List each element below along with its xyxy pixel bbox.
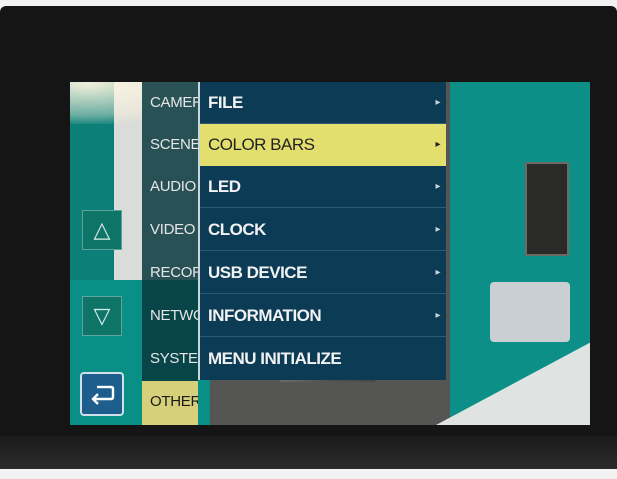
- chevron-right-icon: ▸: [435, 181, 440, 192]
- scroll-down-button[interactable]: ▽: [82, 296, 122, 336]
- chevron-right-icon: ▸: [435, 97, 440, 108]
- submenu-item-label: USB DEVICE: [208, 263, 307, 282]
- menu-category-scene[interactable]: SCENE: [142, 124, 198, 166]
- chevron-right-icon: ▸: [435, 139, 440, 150]
- submenu-item-information[interactable]: INFORMATION ▸: [200, 295, 446, 337]
- submenu-item-color-bars[interactable]: COLOR BARS ▸: [200, 124, 446, 166]
- chevron-right-icon: ▸: [435, 267, 440, 278]
- submenu-item-label: MENU INITIALIZE: [208, 349, 342, 368]
- liveview-boxes: [490, 282, 570, 342]
- menu-category-audio[interactable]: AUDIO: [142, 166, 198, 208]
- menu-category-camera[interactable]: CAMERA: [142, 82, 198, 124]
- submenu-item-label: COLOR BARS: [208, 135, 315, 154]
- back-button[interactable]: [80, 372, 124, 416]
- menu-category-recording[interactable]: RECORDING: [142, 252, 198, 294]
- triangle-up-icon: △: [93, 217, 111, 242]
- lcd-screen: △ ▽ CAMERA SCENE AUDIO VIDEO RECORDING N…: [70, 82, 590, 425]
- submenu-item-clock[interactable]: CLOCK ▸: [200, 209, 446, 251]
- menu-category-others[interactable]: OTHERS: [142, 381, 198, 425]
- submenu-item-usb-device[interactable]: USB DEVICE ▸: [200, 252, 446, 294]
- submenu-item-label: FILE: [208, 93, 243, 112]
- submenu-item-label: CLOCK: [208, 220, 266, 239]
- submenu-item-menu-initialize[interactable]: MENU INITIALIZE: [200, 338, 446, 380]
- submenu-item-label: LED: [208, 177, 241, 196]
- chevron-right-icon: ▸: [435, 224, 440, 235]
- submenu-item-label: INFORMATION: [208, 306, 322, 325]
- submenu-panel: FILE ▸ COLOR BARS ▸ LED ▸ CLOCK ▸ USB DE…: [198, 82, 446, 380]
- menu-category-column: CAMERA SCENE AUDIO VIDEO RECORDING NETWO…: [142, 82, 198, 425]
- menu-category-network[interactable]: NETWORK: [142, 295, 198, 337]
- chevron-right-icon: ▸: [435, 310, 440, 321]
- submenu-item-led[interactable]: LED ▸: [200, 166, 446, 208]
- liveview-stand: [525, 162, 569, 256]
- menu-category-video[interactable]: VIDEO: [142, 209, 198, 251]
- scroll-up-button[interactable]: △: [82, 210, 122, 250]
- triangle-down-icon: ▽: [93, 303, 111, 328]
- camera-bezel-bottom: [0, 436, 617, 469]
- menu-category-system[interactable]: SYSTEM: [142, 338, 198, 380]
- submenu-item-file[interactable]: FILE ▸: [200, 82, 446, 124]
- return-arrow-icon: [91, 385, 115, 405]
